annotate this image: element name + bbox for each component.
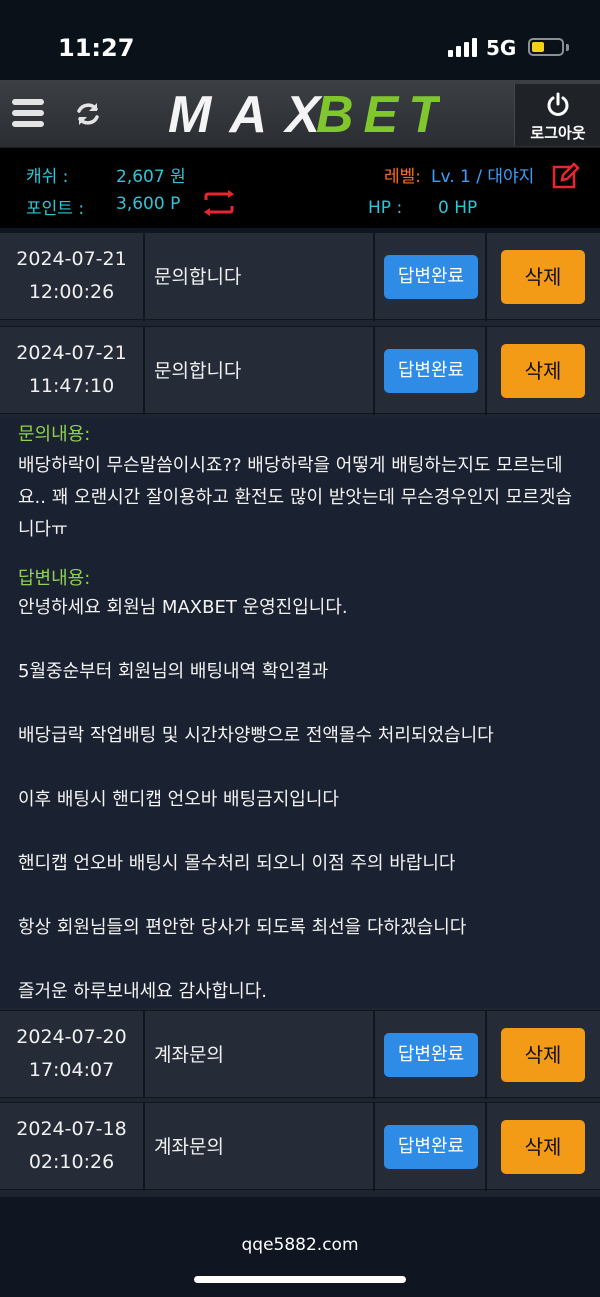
status-cell: 답변완료	[375, 327, 487, 415]
cash-label: 캐쉬 :	[26, 167, 69, 187]
svg-text:BET: BET	[316, 90, 440, 138]
signal-icon	[448, 37, 480, 57]
inquiry-date: 2024-07-21 11:47:10	[0, 327, 145, 415]
answered-button[interactable]: 답변완료	[384, 349, 478, 393]
action-cell: 삭제	[487, 1011, 600, 1099]
hp-label: HP :	[368, 198, 403, 218]
answer-line: 5월중순부터 회원님의 배팅내역 확인결과	[18, 661, 329, 682]
point-label: 포인트 :	[26, 199, 85, 219]
battery-tip	[566, 44, 569, 51]
inquiry-title[interactable]: 문의합니다	[145, 233, 375, 321]
edit-profile-icon[interactable]	[552, 162, 580, 190]
action-cell: 삭제	[487, 327, 600, 415]
level-value: Lv. 1 / 대야지	[431, 167, 535, 187]
answer-line: 즐거운 하루보내세요 감사합니다.	[18, 981, 268, 1002]
answered-button[interactable]: 답변완료	[384, 1033, 478, 1077]
inquiry-detail: 문의내용: 배당하락이 무슨말씀이시죠?? 배당하락을 어떻게 배팅하는지도 모…	[0, 418, 600, 1008]
inquiry-date: 2024-07-21 12:00:26	[0, 233, 145, 321]
question-label: 문의내용:	[18, 424, 91, 445]
answer-line: 핸디캡 언오바 배팅시 몰수처리 되오니 이점 주의 바랍니다	[18, 853, 456, 874]
answer-line: 안녕하세요 회원님 MAXBET 운영진입니다.	[18, 597, 348, 618]
power-icon	[547, 92, 569, 116]
point-value: 3,600 P	[116, 194, 181, 214]
inquiry-title[interactable]: 계좌문의	[145, 1011, 375, 1099]
action-cell: 삭제	[487, 1103, 600, 1191]
answer-label: 답변내용:	[18, 568, 91, 589]
delete-button[interactable]: 삭제	[501, 344, 585, 398]
logout-label: 로그아웃	[530, 124, 586, 142]
answer-line: 항상 회원님들의 편안한 당사가 되도록 최선을 다하겠습니다	[18, 917, 467, 938]
maxbet-logo[interactable]: MAX BET	[168, 90, 440, 138]
delete-button[interactable]: 삭제	[501, 1028, 585, 1082]
inquiry-title[interactable]: 문의합니다	[145, 327, 375, 415]
home-indicator[interactable]	[194, 1276, 406, 1283]
delete-button[interactable]: 삭제	[501, 1120, 585, 1174]
answered-button[interactable]: 답변완료	[384, 1125, 478, 1169]
battery-icon	[528, 38, 564, 56]
level-label: 레벨:	[384, 167, 422, 187]
inquiry-title[interactable]: 계좌문의	[145, 1103, 375, 1191]
table-row[interactable]: 2024-07-21 12:00:26 문의합니다 답변완료 삭제	[0, 232, 600, 321]
cash-value: 2,607 원	[116, 167, 186, 187]
status-time: 11:27	[58, 34, 135, 62]
delete-button[interactable]: 삭제	[501, 250, 585, 304]
svg-text:MAX: MAX	[168, 90, 323, 138]
device-status-bar: 11:27 5G	[0, 0, 600, 80]
question-text: 배당하락이 무슨말씀이시죠?? 배당하락을 어떻게 배팅하는지도 모르는데요..…	[18, 455, 573, 540]
status-cell: 답변완료	[375, 1011, 487, 1099]
account-info-bar: 캐쉬 : 2,607 원 포인트 : 3,600 P 레벨: Lv. 1 / 대…	[0, 148, 600, 228]
table-row[interactable]: 2024-07-21 11:47:10 문의합니다 답변완료 삭제	[0, 326, 600, 415]
table-row[interactable]: 2024-07-18 02:10:26 계좌문의 답변완료 삭제	[0, 1102, 600, 1191]
answer-line: 배당급락 작업배팅 및 시간차양빵으로 전액몰수 처리되었습니다	[18, 725, 494, 746]
site-url[interactable]: qqe5882.com	[0, 1235, 600, 1255]
status-cell: 답변완료	[375, 233, 487, 321]
top-navigation: MAX BET	[0, 80, 600, 148]
answered-button[interactable]: 답변완료	[384, 255, 478, 299]
hamburger-menu-icon[interactable]	[12, 99, 44, 127]
inquiry-date: 2024-07-18 02:10:26	[0, 1103, 145, 1191]
refresh-icon[interactable]	[74, 100, 102, 128]
network-label: 5G	[486, 36, 517, 60]
inquiry-date: 2024-07-20 17:04:07	[0, 1011, 145, 1099]
table-row[interactable]: 2024-07-20 17:04:07 계좌문의 답변완료 삭제	[0, 1010, 600, 1099]
logout-button[interactable]: 로그아웃	[514, 84, 600, 146]
action-cell: 삭제	[487, 233, 600, 321]
status-cell: 답변완료	[375, 1103, 487, 1191]
answer-line: 이후 배팅시 핸디캡 언오바 배팅금지입니다	[18, 789, 339, 810]
hp-value: 0 HP	[438, 198, 478, 218]
point-convert-icon[interactable]	[202, 190, 236, 216]
browser-footer: qqe5882.com	[0, 1213, 600, 1297]
